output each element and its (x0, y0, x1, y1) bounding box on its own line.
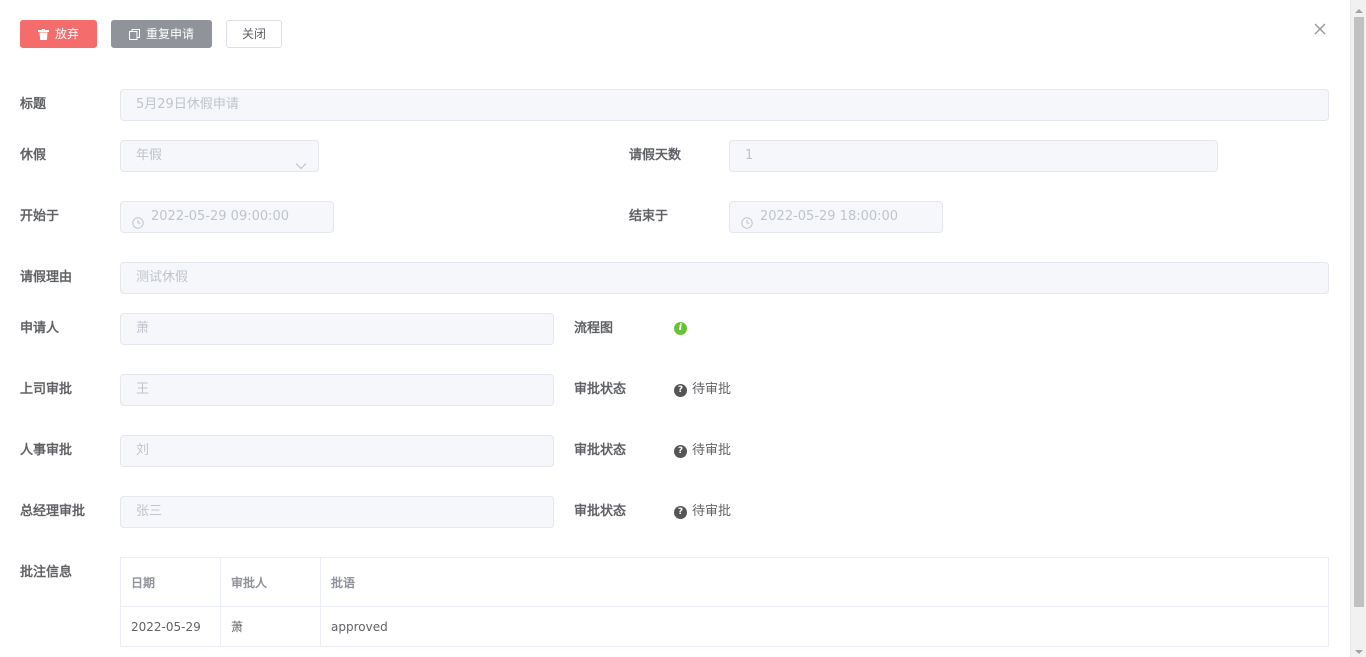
days-input[interactable]: 1 (729, 140, 1218, 172)
reason-input[interactable]: 测试休假 (120, 262, 1329, 294)
column-header-date: 日期 (121, 558, 221, 606)
start-datetime-input[interactable]: 2022-05-29 09:00:00 (120, 201, 334, 233)
close-icon[interactable] (1312, 21, 1328, 37)
title-value: 5月29日休假申请 (136, 97, 239, 112)
hr-status-label: 审批状态 (574, 443, 627, 458)
end-label: 结束于 (629, 209, 669, 224)
abandon-button[interactable]: 放弃 (20, 20, 97, 48)
hr-value: 刘 (136, 443, 150, 458)
vertical-scrollbar[interactable] (1350, 0, 1366, 657)
hr-status-value: 待审批 (692, 443, 732, 458)
leave-type-label: 休假 (20, 148, 47, 163)
supervisor-status-value: 待审批 (692, 382, 732, 397)
clock-icon (132, 211, 144, 229)
end-value: 2022-05-29 18:00:00 (760, 209, 899, 224)
gm-status-label: 审批状态 (574, 504, 627, 519)
scrollbar-thumb[interactable] (1354, 17, 1364, 607)
scroll-down-arrow-icon[interactable] (1355, 645, 1363, 654)
title-input[interactable]: 5月29日休假申请 (120, 89, 1329, 121)
gm-value: 张三 (136, 504, 163, 519)
leave-type-select[interactable]: 年假 (120, 140, 319, 172)
end-datetime-input[interactable]: 2022-05-29 18:00:00 (729, 201, 943, 233)
copy-icon (128, 28, 140, 40)
start-label: 开始于 (20, 209, 60, 224)
table-row: 2022-05-29 萧 approved (121, 607, 1328, 646)
gm-status-value: 待审批 (692, 504, 732, 519)
leave-request-dialog: 放弃 重复申请 关闭 标题 5月29日休假申请 休假 年假 请假天数 1 开始于… (0, 0, 1366, 657)
question-icon: ? (674, 444, 687, 458)
reapply-button[interactable]: 重复申请 (111, 20, 212, 48)
reason-label: 请假理由 (20, 270, 73, 285)
applicant-input[interactable]: 萧 (120, 313, 554, 345)
reason-value: 测试休假 (136, 270, 189, 285)
days-label: 请假天数 (629, 148, 682, 163)
applicant-value: 萧 (136, 321, 150, 336)
supervisor-input[interactable]: 王 (120, 374, 554, 406)
gm-status: ? 待审批 (674, 502, 731, 522)
cell-comment: approved (331, 619, 388, 634)
gm-input[interactable]: 张三 (120, 496, 554, 528)
abandon-label: 放弃 (54, 27, 79, 41)
cell-date: 2022-05-29 (121, 607, 221, 646)
supervisor-status-label: 审批状态 (574, 382, 627, 397)
close-button[interactable]: 关闭 (226, 20, 282, 48)
scroll-up-arrow-icon[interactable] (1355, 4, 1363, 13)
title-label: 标题 (20, 97, 47, 112)
hr-input[interactable]: 刘 (120, 435, 554, 467)
hr-status: ? 待审批 (674, 441, 731, 461)
clock-icon (741, 211, 753, 229)
days-value: 1 (745, 148, 754, 163)
close-label: 关闭 (241, 27, 266, 41)
trash-icon (37, 28, 49, 40)
supervisor-status: ? 待审批 (674, 380, 731, 400)
leave-type-value: 年假 (136, 148, 163, 163)
comments-table: 日期 审批人 批语 2022-05-29 萧 approved (120, 557, 1329, 647)
cell-approver: 萧 (221, 607, 321, 646)
chevron-down-icon (295, 152, 307, 170)
column-header-comment: 批语 (331, 575, 356, 590)
question-icon: ? (674, 383, 687, 397)
flowchart-label: 流程图 (574, 321, 614, 336)
gm-label: 总经理审批 (20, 504, 86, 519)
start-value: 2022-05-29 09:00:00 (151, 209, 290, 224)
table-header-row: 日期 审批人 批语 (121, 558, 1328, 607)
info-icon[interactable]: i (674, 322, 687, 335)
supervisor-value: 王 (136, 382, 150, 397)
reapply-label: 重复申请 (145, 27, 194, 41)
column-header-approver: 审批人 (221, 558, 321, 606)
applicant-label: 申请人 (20, 321, 60, 336)
question-icon: ? (674, 505, 687, 519)
hr-label: 人事审批 (20, 443, 73, 458)
supervisor-label: 上司审批 (20, 382, 73, 397)
comments-label: 批注信息 (20, 565, 73, 580)
